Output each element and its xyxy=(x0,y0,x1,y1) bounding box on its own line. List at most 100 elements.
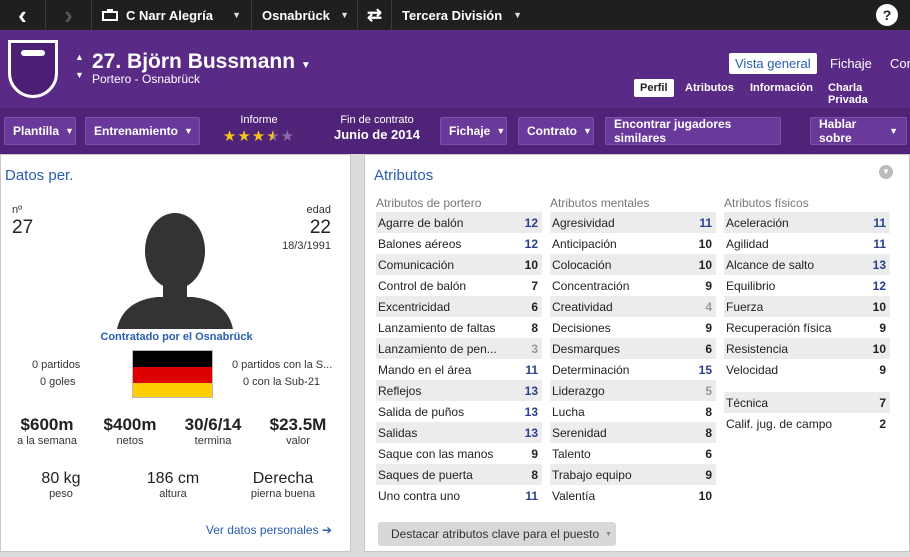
attribute-row[interactable]: Aceleración 11 xyxy=(724,212,890,233)
attribute-row[interactable]: Creatividad 4 xyxy=(550,296,716,317)
back-button[interactable]: ‹ xyxy=(0,0,46,30)
wage-stat: $600m a la semana xyxy=(5,415,89,447)
help-icon[interactable]: ? xyxy=(876,4,898,26)
attribute-row[interactable]: Comunicación 10 xyxy=(376,254,542,275)
attribute-row[interactable]: Desmarques 6 xyxy=(550,338,716,359)
wage-value: $600m xyxy=(20,415,74,434)
attribute-row[interactable]: Saque con las manos 9 xyxy=(376,443,542,464)
attribute-value: 8 xyxy=(531,320,538,335)
attribute-name: Lanzamiento de faltas xyxy=(378,320,496,335)
tab-fichaje[interactable]: Fichaje xyxy=(824,53,878,74)
chevron-down-icon: ▼ xyxy=(583,126,592,136)
attribute-name: Uno contra uno xyxy=(378,488,461,503)
chevron-down-icon: ▼ xyxy=(184,126,193,136)
attribute-row[interactable]: Determinación 15 xyxy=(550,359,716,380)
attribute-name: Calif. jug. de campo xyxy=(726,416,833,431)
find-similar-players-button[interactable]: Encontrar jugadores similares xyxy=(605,117,781,145)
attribute-name: Liderazgo xyxy=(552,383,605,398)
panel-title[interactable]: Datos per. xyxy=(5,167,73,184)
matches-played: 0 partidos xyxy=(32,359,81,371)
subtab-perfil[interactable]: Perfil xyxy=(634,79,674,97)
attribute-value: 11 xyxy=(873,215,886,230)
action-bar: Plantilla ▼ Entrenamiento ▼ Informe ★★★★★ … xyxy=(0,108,910,154)
attribute-row[interactable]: Lucha 8 xyxy=(550,401,716,422)
attribute-name: Colocación xyxy=(552,257,612,272)
attribute-row[interactable]: Liderazgo 5 xyxy=(550,380,716,401)
attribute-row[interactable]: Calif. jug. de campo 2 xyxy=(724,413,890,434)
club-crest-icon xyxy=(8,40,58,98)
competition-menu[interactable]: Tercera División ▼ xyxy=(392,0,530,30)
number-label: nº xyxy=(12,204,23,216)
attribute-row[interactable]: Agresividad 11 xyxy=(550,212,716,233)
germany-flag-icon xyxy=(132,350,213,398)
attribute-row[interactable]: Equilibrio 12 xyxy=(724,275,890,296)
attribute-name: Talento xyxy=(552,446,591,461)
attribute-value: 8 xyxy=(705,425,712,440)
attribute-row[interactable]: Decisiones 9 xyxy=(550,317,716,338)
personal-details-panel: Datos per. nº 27 edad 22 18/3/1991 Contr… xyxy=(0,154,351,552)
player-position-club: Portero - Osnabrück xyxy=(92,72,201,86)
attribute-row[interactable]: Lanzamiento de pen... 3 xyxy=(376,338,542,359)
swap-arrows-icon: ⇄ xyxy=(366,4,383,25)
star-icon: ★ xyxy=(251,128,267,145)
attribute-row[interactable]: Saques de puerta 8 xyxy=(376,464,542,485)
manager-name: C Narr Alegría xyxy=(126,7,213,23)
attribute-row[interactable]: Anticipación 10 xyxy=(550,233,716,254)
attribute-value: 13 xyxy=(524,404,538,419)
highlight-key-attributes-button[interactable]: Destacar atributos clave para el puesto … xyxy=(378,522,616,546)
attribute-row[interactable]: Balones aéreos 12 xyxy=(376,233,542,254)
attribute-row[interactable]: Lanzamiento de faltas 8 xyxy=(376,317,542,338)
attribute-row[interactable]: Talento 6 xyxy=(550,443,716,464)
swap-button[interactable]: ⇄ xyxy=(358,0,392,30)
attribute-name: Fuerza xyxy=(726,299,764,314)
attribute-row[interactable]: Valentía 10 xyxy=(550,485,716,506)
player-switch-arrows-icon[interactable]: ▲ ▼ xyxy=(75,53,84,80)
attribute-row[interactable]: Resistencia 10 xyxy=(724,338,890,359)
forward-button[interactable]: › xyxy=(46,0,92,30)
attribute-row[interactable]: Reflejos 13 xyxy=(376,380,542,401)
scout-report[interactable]: Informe ★★★★★ xyxy=(212,114,306,145)
attribute-name: Lanzamiento de pen... xyxy=(378,341,497,356)
panel-title[interactable]: Atributos xyxy=(374,167,433,184)
contract-end-value: 30/6/14 xyxy=(184,415,242,434)
attribute-row[interactable]: Trabajo equipo 9 xyxy=(550,464,716,485)
entrenamiento-button[interactable]: Entrenamiento ▼ xyxy=(85,117,200,145)
attribute-row[interactable]: Concentración 9 xyxy=(550,275,716,296)
attribute-row[interactable]: Control de balón 7 xyxy=(376,275,542,296)
subtab-charla-privada[interactable]: Charla Privada xyxy=(822,79,910,109)
attribute-row[interactable]: Excentricidad 6 xyxy=(376,296,542,317)
fichaje-button[interactable]: Fichaje ▼ xyxy=(440,117,507,145)
attribute-name: Trabajo equipo xyxy=(552,467,632,482)
attribute-row[interactable]: Serenidad 8 xyxy=(550,422,716,443)
plantilla-button[interactable]: Plantilla ▼ xyxy=(4,117,76,145)
attribute-row[interactable]: Velocidad 9 xyxy=(724,359,890,380)
subtab-atributos[interactable]: Atributos xyxy=(679,79,740,97)
collapse-chevron-icon[interactable]: ▼ xyxy=(879,165,893,179)
youth-matches: 0 partidos con la S... xyxy=(232,359,333,371)
player-name[interactable]: 27. Björn Bussmann ▼ xyxy=(92,50,311,74)
attribute-row[interactable]: Salidas 13 xyxy=(376,422,542,443)
attribute-row[interactable]: Técnica 7 xyxy=(724,392,890,413)
contract-info: Fin de contrato Junio de 2014 xyxy=(322,114,432,142)
attribute-name: Determinación xyxy=(552,362,630,377)
attribute-row[interactable]: Colocación 10 xyxy=(550,254,716,275)
manager-menu[interactable]: C Narr Alegría ▼ xyxy=(92,0,252,30)
attribute-row[interactable]: Recuperación física 9 xyxy=(724,317,890,338)
view-personal-details-link[interactable]: Ver datos personales ➔ xyxy=(206,523,332,537)
attribute-row[interactable]: Uno contra uno 11 xyxy=(376,485,542,506)
attribute-row[interactable]: Agarre de balón 12 xyxy=(376,212,542,233)
tab-vista-general[interactable]: Vista general xyxy=(729,53,817,74)
attribute-row[interactable]: Fuerza 10 xyxy=(724,296,890,317)
attribute-row[interactable]: Salida de puños 13 xyxy=(376,401,542,422)
chevron-down-icon: ▼ xyxy=(605,530,613,538)
attribute-row[interactable]: Agilidad 11 xyxy=(724,233,890,254)
attribute-row[interactable]: Mando en el área 11 xyxy=(376,359,542,380)
contrato-button[interactable]: Contrato ▼ xyxy=(518,117,594,145)
subtab-informacion[interactable]: Información xyxy=(744,79,819,97)
hablar-sobre-button[interactable]: Hablar sobre ▼ xyxy=(810,117,907,145)
attribute-value: 10 xyxy=(524,257,538,272)
tab-con[interactable]: Con xyxy=(884,53,910,74)
club-menu[interactable]: Osnabrück ▼ xyxy=(252,0,358,30)
wage-label: a la semana xyxy=(17,435,77,447)
attribute-row[interactable]: Alcance de salto 13 xyxy=(724,254,890,275)
